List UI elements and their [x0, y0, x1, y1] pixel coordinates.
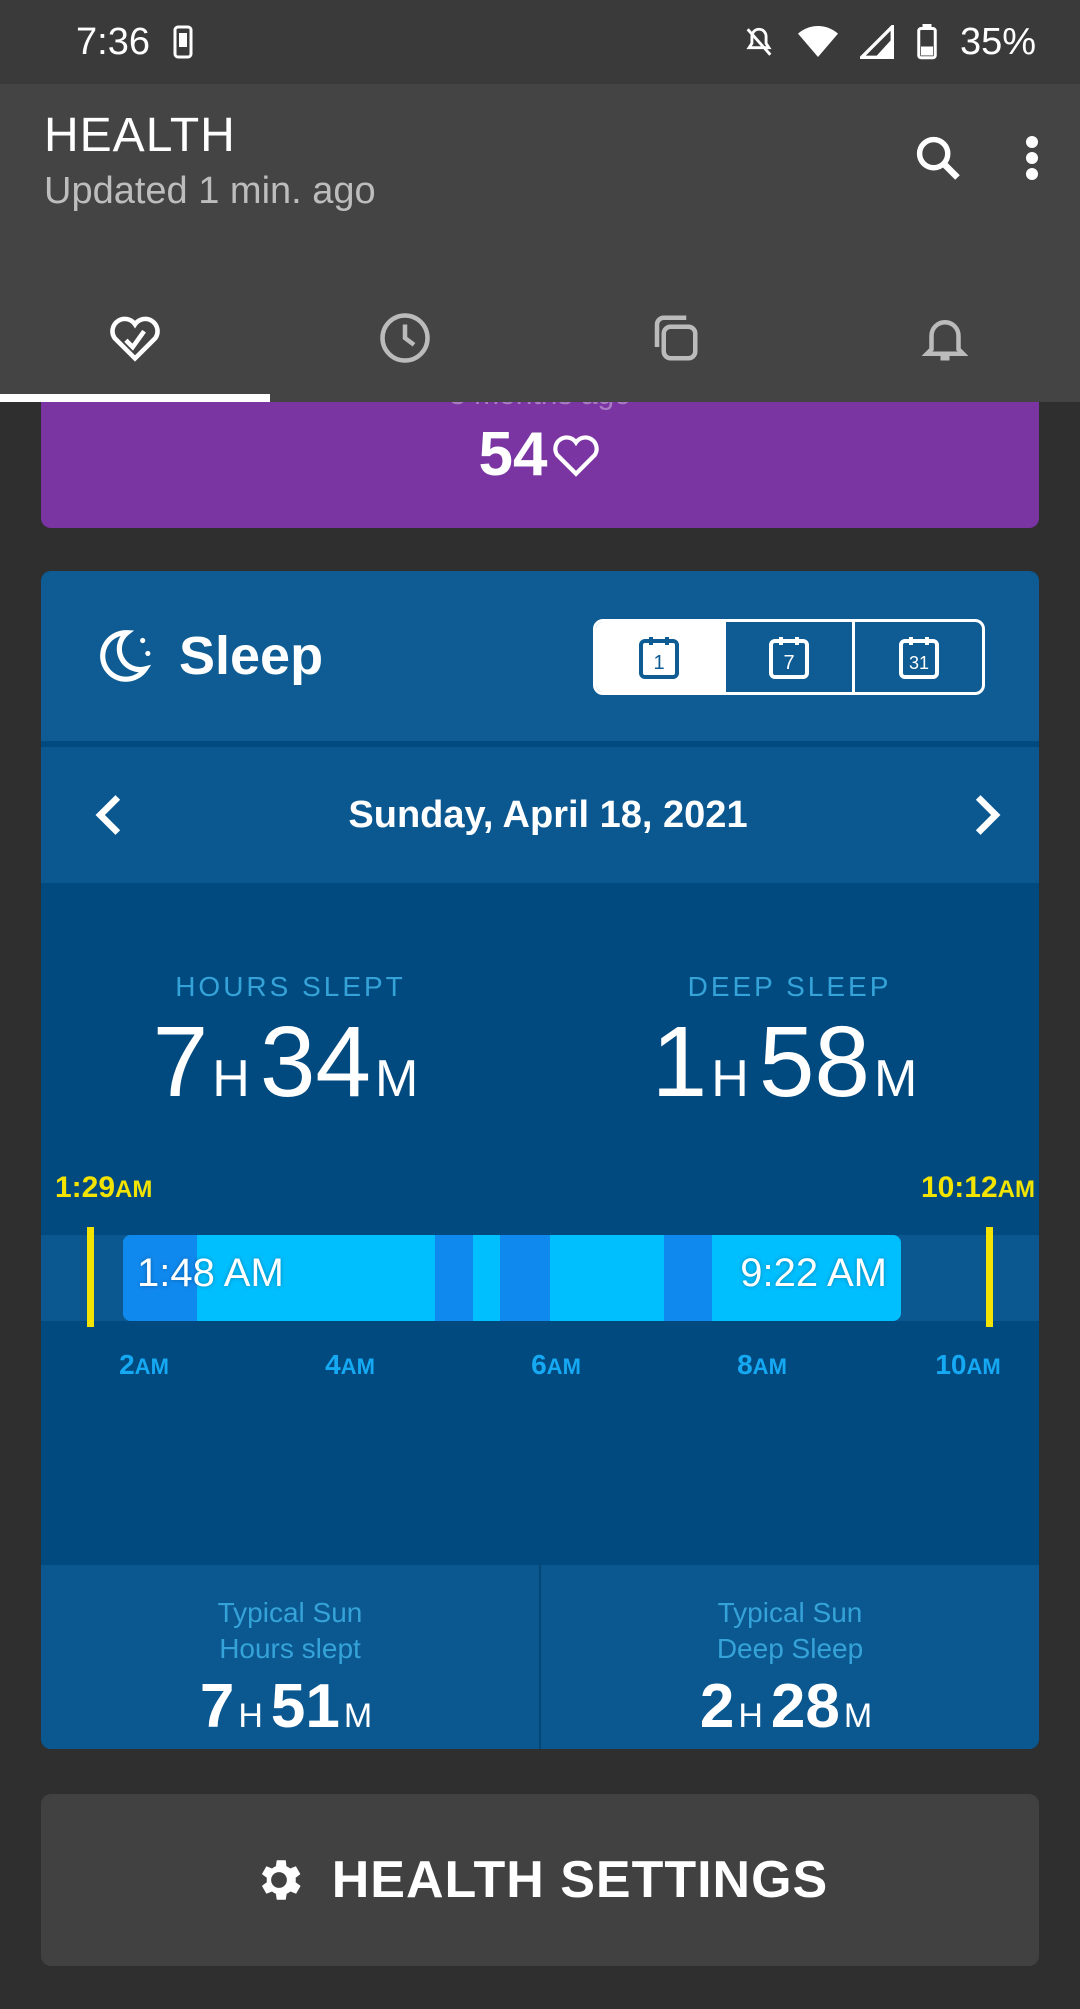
more-options-icon[interactable]: [1024, 134, 1040, 182]
typical-deep-caption-2: Deep Sleep: [716, 1633, 864, 1664]
sleep-timeline[interactable]: 1:29AM 10:12AM 1:48 AM 9:22 AM 2AM 4AM 6…: [41, 1171, 1039, 1380]
cell-signal-icon: [859, 25, 894, 59]
bell-icon: [921, 320, 969, 361]
heart-rate-timestamp: 3 months ago: [449, 402, 631, 412]
deep-sleep-segment: [500, 1235, 550, 1321]
typical-deep-h: 2: [699, 1672, 735, 1741]
bed-time-label: 1:29AM: [55, 1171, 153, 1204]
wake-time-marker: [986, 1227, 993, 1327]
status-bar: 7:36 35%: [0, 0, 1080, 84]
deep-sleep-caption: DEEP SLEEP: [687, 971, 892, 1002]
battery-percent: 35%: [959, 20, 1036, 63]
calendar-month-icon: 31: [898, 637, 939, 679]
clock-icon: [380, 313, 430, 363]
typical-deep-caption-1: Typical Sun: [717, 1597, 863, 1628]
deep-sleep-m-unit: M: [874, 1050, 918, 1108]
battery-icon: [917, 24, 937, 60]
typical-hours-h-unit: H: [238, 1697, 263, 1735]
period-month-button[interactable]: 31: [852, 622, 982, 692]
deep-sleep-segment: [664, 1235, 712, 1321]
hours-slept-minutes: 34: [259, 1006, 372, 1118]
typical-hours-slept: Typical Sun Hours slept 7 H 51 M: [41, 1565, 539, 1749]
period-day-label: 1: [654, 652, 665, 674]
sleep-title: Sleep: [179, 626, 324, 686]
deep-sleep-segment: [435, 1235, 473, 1321]
updated-subtitle: Updated 1 min. ago: [44, 170, 376, 212]
moon-sleep-icon: [100, 630, 152, 682]
typical-stats: Typical Sun Hours slept 7 H 51 M Typical Su…: [41, 1565, 1039, 1749]
typical-deep-m: 28: [770, 1672, 840, 1741]
sleep-card: Sleep 1 7 31 Sunday, April 18, 2021 HOUR…: [41, 571, 1039, 1749]
typical-hours-caption-2: Hours slept: [219, 1633, 361, 1664]
tick-label: 6AM: [531, 1349, 581, 1380]
deep-sleep-stat: DEEP SLEEP 1H 58M: [540, 971, 1039, 1120]
calendar-day-icon: 1: [639, 637, 680, 679]
tab-activity-history[interactable]: [270, 274, 540, 402]
heart-pulse-icon: [110, 316, 160, 362]
period-month-label: 31: [909, 653, 929, 673]
typical-deep-m-unit: M: [843, 1697, 873, 1735]
tick-label: 4AM: [325, 1349, 375, 1380]
app-bar: HEALTH Updated 1 min. ago: [0, 84, 1080, 402]
period-week-label: 7: [783, 652, 794, 674]
typical-deep-h-unit: H: [738, 1697, 763, 1735]
tab-health[interactable]: [0, 274, 270, 402]
wifi-icon: [797, 26, 838, 57]
date-navigator: Sunday, April 18, 2021: [41, 747, 1039, 883]
tick-label: 8AM: [737, 1349, 787, 1380]
wake-time-label: 10:12AM: [920, 1171, 1035, 1204]
health-settings-label: HEALTH SETTINGS: [331, 1851, 829, 1909]
sleep-start-time: 1:48 AM: [137, 1251, 284, 1295]
chevron-right-icon[interactable]: [969, 793, 1005, 837]
hours-slept-m-unit: M: [375, 1050, 419, 1108]
sleep-bar: 1:48 AM 9:22 AM: [123, 1235, 901, 1321]
bed-time-marker: [87, 1227, 94, 1327]
typical-deep-sleep: Typical Sun Deep Sleep 2 H 28 M: [539, 1565, 1039, 1749]
tick-label: 2AM: [119, 1349, 169, 1380]
period-selector: 1 7 31: [593, 619, 985, 695]
health-settings-button[interactable]: HEALTH SETTINGS: [41, 1794, 1039, 1966]
heart-rate-value: 54: [478, 420, 548, 489]
period-day-button[interactable]: 1: [596, 622, 723, 692]
heart-rate-card[interactable]: 3 months ago 54: [41, 402, 1039, 528]
period-week-button[interactable]: 7: [722, 622, 853, 692]
deep-sleep-hours: 1: [651, 1006, 708, 1118]
sleep-header: Sleep 1 7 31: [41, 571, 1039, 741]
notifications-off-icon: [746, 27, 772, 56]
sleep-end-time: 9:22 AM: [740, 1251, 887, 1295]
deep-sleep-h-unit: H: [711, 1050, 749, 1108]
gear-icon: [261, 1860, 301, 1900]
typical-hours-caption-1: Typical Sun: [217, 1597, 363, 1628]
page-title: HEALTH: [44, 109, 236, 162]
tab-watch-faces[interactable]: [540, 274, 810, 402]
typical-hours-m-unit: M: [343, 1697, 373, 1735]
heart-outline-icon: [553, 434, 600, 477]
copy-icon: [654, 315, 698, 361]
health-content[interactable]: 3 months ago 54 Sleep 1: [0, 402, 1080, 2009]
search-icon[interactable]: [912, 132, 964, 184]
hours-slept-h-unit: H: [212, 1050, 250, 1108]
typical-hours-m: 51: [270, 1672, 340, 1741]
hours-slept-stat: HOURS SLEPT 7H 34M: [41, 971, 540, 1120]
status-time: 7:36: [76, 20, 150, 63]
hours-slept-caption: HOURS SLEPT: [175, 971, 406, 1002]
hours-slept-hours: 7: [152, 1006, 209, 1118]
sleep-summary: HOURS SLEPT 7H 34M DEEP SLEEP 1H 58M: [41, 971, 1039, 1120]
calendar-week-icon: 7: [769, 637, 809, 679]
tab-notifications[interactable]: [810, 274, 1080, 402]
chevron-left-icon[interactable]: [91, 793, 127, 837]
tick-label: 10AM: [935, 1349, 1001, 1380]
phone-vibrate-icon: [173, 25, 193, 59]
typical-hours-h: 7: [199, 1672, 235, 1741]
selected-date: Sunday, April 18, 2021: [348, 793, 748, 836]
tab-bar: [0, 274, 1080, 402]
deep-sleep-minutes: 58: [758, 1006, 871, 1118]
